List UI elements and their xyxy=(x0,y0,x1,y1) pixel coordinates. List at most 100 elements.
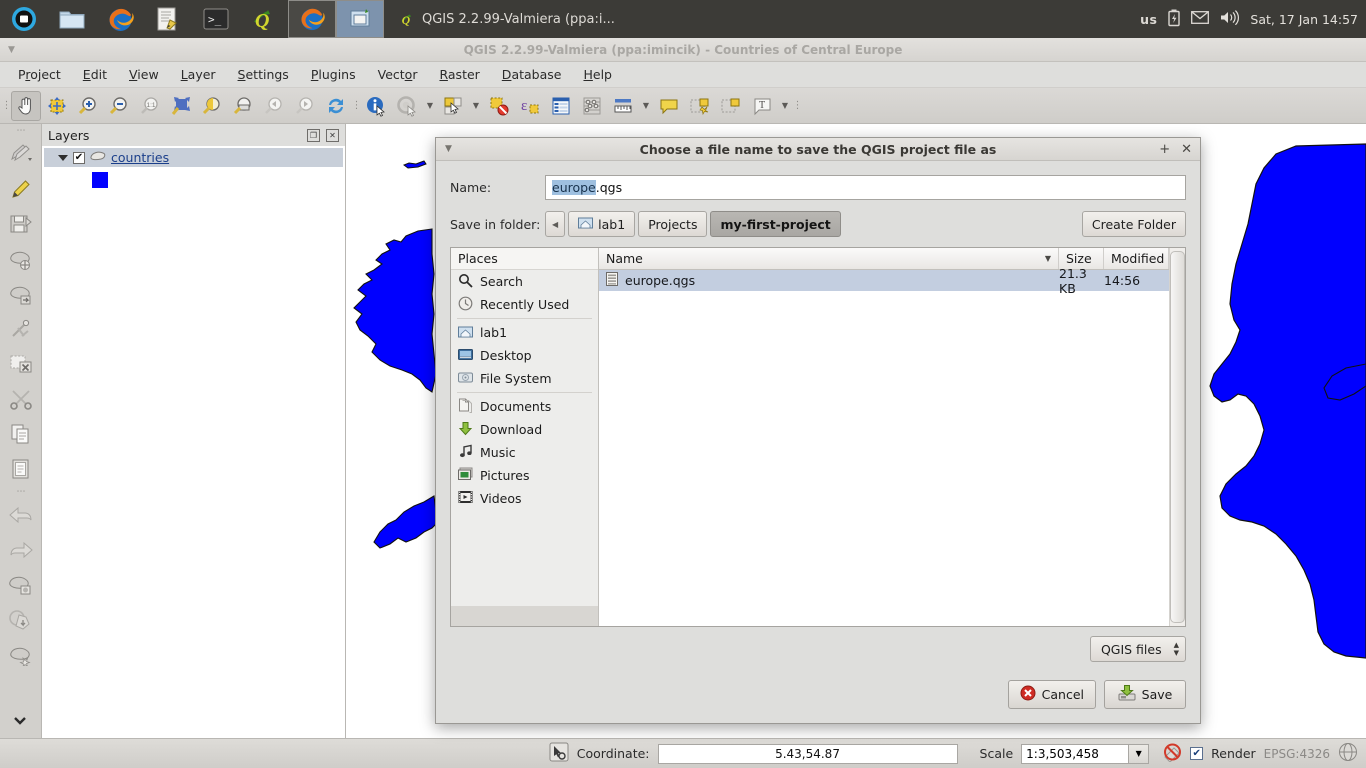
layer-visibility-checkbox[interactable]: ✔ xyxy=(73,151,85,164)
layer-name-label[interactable]: countries xyxy=(111,150,169,165)
create-folder-button[interactable]: Create Folder xyxy=(1081,211,1186,237)
add-html-annotation-tool[interactable] xyxy=(716,91,746,121)
coordinate-value[interactable]: 5.43,54.87 xyxy=(657,743,958,764)
crs-status-icon[interactable] xyxy=(1338,742,1358,765)
map-tips-chevron-down-icon[interactable]: ▼ xyxy=(423,91,437,121)
place-item-pictures[interactable]: Pictures xyxy=(451,464,598,487)
places-resize-handle[interactable] xyxy=(451,606,598,626)
volume-icon[interactable] xyxy=(1220,10,1240,28)
place-item-documents[interactable]: Documents xyxy=(451,395,598,418)
cancel-button[interactable]: Cancel xyxy=(1007,679,1096,709)
statistics-tool[interactable] xyxy=(577,91,607,121)
qgis-icon[interactable]: Q xyxy=(240,0,288,38)
pan-map-tool[interactable] xyxy=(11,90,41,121)
files-icon[interactable] xyxy=(48,0,96,38)
place-item-recently-used[interactable]: Recently Used xyxy=(451,293,598,316)
text-editor-icon[interactable] xyxy=(144,0,192,38)
cut-features-icon[interactable] xyxy=(4,382,38,416)
move-feature-icon[interactable] xyxy=(4,277,38,311)
close-icon[interactable]: ✕ xyxy=(1181,142,1192,157)
select-features-tool[interactable] xyxy=(438,91,468,121)
keyboard-layout-indicator[interactable]: us xyxy=(1140,12,1157,27)
ubuntu-dash-icon[interactable] xyxy=(0,0,48,38)
place-item-download[interactable]: Download xyxy=(451,418,598,441)
spinner-arrows-icon[interactable]: ▲ ▼ xyxy=(1174,642,1179,657)
layer-symbol-swatch[interactable] xyxy=(92,172,108,188)
zoom-next-tool[interactable] xyxy=(290,91,320,121)
refresh-tool[interactable] xyxy=(321,91,351,121)
breadcrumb-back-icon[interactable]: ◀ xyxy=(545,211,566,237)
place-item-videos[interactable]: Videos xyxy=(451,487,598,510)
identify-features-tool[interactable] xyxy=(361,91,391,121)
breadcrumb-item-projects[interactable]: Projects xyxy=(638,211,708,237)
measure-chevron-down-icon[interactable]: ▼ xyxy=(639,91,653,121)
place-item-search[interactable]: Search xyxy=(451,270,598,293)
zoom-full-tool[interactable] xyxy=(166,91,196,121)
vtoolbar-grip[interactable]: ⋯ xyxy=(17,126,26,136)
pan-to-selection-tool[interactable] xyxy=(42,91,72,121)
place-item-lab1[interactable]: lab1 xyxy=(451,321,598,344)
menu-plugins[interactable]: Plugins xyxy=(301,63,366,86)
render-blocked-icon[interactable] xyxy=(1163,743,1182,765)
annotation-chevron-down-icon[interactable]: ▼ xyxy=(778,91,792,121)
battery-icon[interactable] xyxy=(1168,9,1181,30)
menu-view[interactable]: View xyxy=(119,63,169,86)
deselect-features-tool[interactable] xyxy=(484,91,514,121)
zoom-out-tool[interactable] xyxy=(104,91,134,121)
menu-project[interactable]: Project xyxy=(8,63,71,86)
file-type-filter-select[interactable]: QGIS files ▲ ▼ xyxy=(1089,636,1186,662)
toolbar-grip-3[interactable]: ⋮ xyxy=(793,93,803,119)
measure-line-tool[interactable] xyxy=(608,91,638,121)
save-button[interactable]: Save xyxy=(1104,679,1186,709)
menu-layer[interactable]: Layer xyxy=(171,63,226,86)
breadcrumb-item-lab1[interactable]: lab1 xyxy=(568,211,636,237)
simplify-feature-icon[interactable] xyxy=(4,603,38,637)
file-list-rows[interactable]: europe.qgs 21.3 KB 14:56 xyxy=(599,266,1169,626)
place-item-desktop[interactable]: Desktop xyxy=(451,344,598,367)
terminal-icon[interactable]: >_ xyxy=(192,0,240,38)
menu-vector[interactable]: Vector xyxy=(368,63,428,86)
pencils-icon[interactable] xyxy=(4,137,38,171)
menu-database[interactable]: Database xyxy=(492,63,572,86)
mail-icon[interactable] xyxy=(1191,11,1210,27)
maximize-icon[interactable]: + xyxy=(1159,142,1170,157)
place-item-music[interactable]: Music xyxy=(451,441,598,464)
text-annotation-tool[interactable]: T xyxy=(747,91,777,121)
redo-icon[interactable] xyxy=(4,533,38,567)
table-row[interactable]: europe.qgs 21.3 KB 14:56 xyxy=(599,266,1169,296)
menu-settings[interactable]: Settings xyxy=(228,63,299,86)
delete-selected-icon[interactable] xyxy=(4,347,38,381)
paste-features-icon[interactable] xyxy=(4,452,38,486)
firefox-window-icon[interactable] xyxy=(288,0,336,38)
coordinate-capture-icon[interactable] xyxy=(549,742,569,765)
breadcrumb-item-my-first-project[interactable]: my-first-project xyxy=(710,211,841,237)
toggle-editing-icon[interactable] xyxy=(4,172,38,206)
render-checkbox[interactable]: ✔ xyxy=(1190,747,1204,760)
zoom-to-layer-tool[interactable] xyxy=(228,91,258,121)
save-layer-edits-icon[interactable] xyxy=(4,207,38,241)
zoom-in-tool[interactable] xyxy=(73,91,103,121)
place-item-file-system[interactable]: File System xyxy=(451,367,598,390)
close-icon[interactable]: ✕ xyxy=(326,128,339,142)
add-form-annotation-tool[interactable] xyxy=(685,91,715,121)
select-chevron-down-icon[interactable]: ▼ xyxy=(469,91,483,121)
filename-input[interactable]: europe .qgs xyxy=(545,174,1186,200)
new-annotation-tool[interactable] xyxy=(654,91,684,121)
undo-icon[interactable] xyxy=(4,498,38,532)
firefox-icon[interactable] xyxy=(96,0,144,38)
scale-value[interactable]: 1:3,503,458 xyxy=(1021,743,1130,764)
scrollbar-thumb[interactable] xyxy=(1170,251,1185,623)
vtoolbar-grip-2[interactable]: ⋯ xyxy=(17,487,26,497)
zoom-to-selection-tool[interactable] xyxy=(197,91,227,121)
rotate-point-symbols-icon[interactable] xyxy=(4,568,38,602)
column-header-name[interactable]: Name ▼ xyxy=(599,248,1059,269)
node-tool-icon[interactable] xyxy=(4,312,38,346)
menu-raster[interactable]: Raster xyxy=(429,63,489,86)
field-calculator-tool[interactable]: ɛ xyxy=(515,91,545,121)
toolbar-grip-2[interactable]: ⋮ xyxy=(352,93,362,119)
zoom-native-resolution-tool[interactable]: 1:1 xyxy=(135,91,165,121)
layers-tree[interactable]: ✔ countries xyxy=(42,146,345,738)
qgis-window-icon[interactable] xyxy=(336,0,384,38)
add-part-icon[interactable] xyxy=(4,638,38,672)
clock-label[interactable]: Sat, 17 Jan 14:57 xyxy=(1250,12,1358,27)
